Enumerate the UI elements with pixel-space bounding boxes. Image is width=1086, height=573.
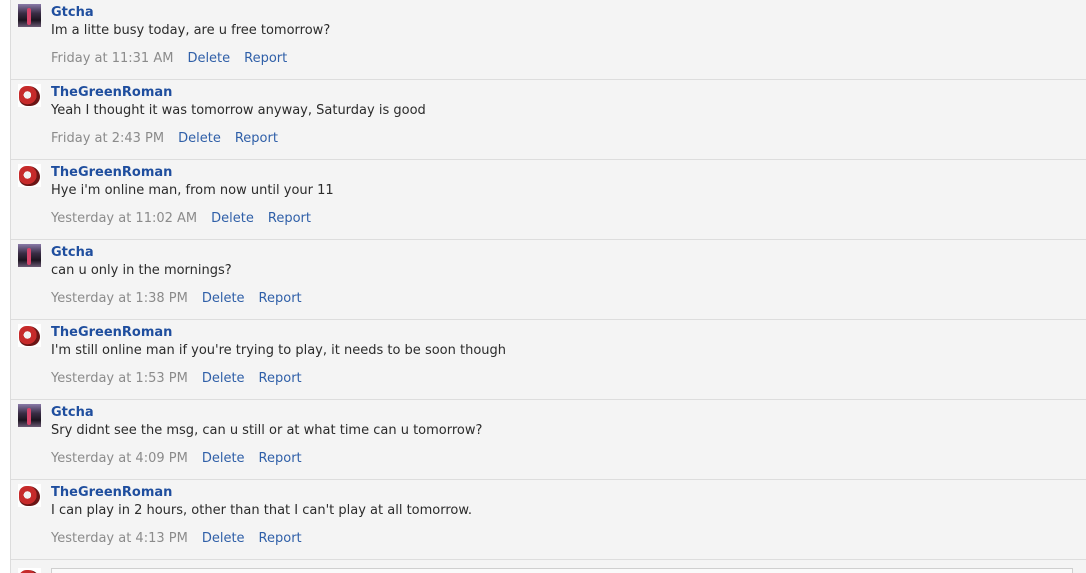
message-item: TheGreenRoman I can play in 2 hours, oth…: [11, 480, 1086, 560]
message-text: I'm still online man if you're trying to…: [51, 343, 507, 358]
author-name[interactable]: TheGreenRoman: [51, 485, 172, 500]
author-name[interactable]: TheGreenRoman: [51, 325, 172, 340]
reply-area-partial: [11, 560, 1086, 573]
timestamp[interactable]: Yesterday at 1:53 PM: [51, 371, 188, 386]
timestamp[interactable]: Yesterday at 1:38 PM: [51, 291, 188, 306]
report-link[interactable]: Report: [259, 291, 302, 306]
avatar[interactable]: [18, 164, 41, 187]
timestamp[interactable]: Friday at 2:43 PM: [51, 131, 164, 146]
avatar[interactable]: [18, 244, 41, 267]
message-item: Gtcha Sry didnt see the msg, can u still…: [11, 400, 1086, 480]
message-meta: Friday at 11:31 AM Delete Report: [51, 51, 287, 66]
report-link[interactable]: Report: [268, 211, 311, 226]
author-name[interactable]: Gtcha: [51, 245, 94, 260]
author-name[interactable]: Gtcha: [51, 405, 94, 420]
message-item: TheGreenRoman Hye i'm online man, from n…: [11, 160, 1086, 240]
message-text: I can play in 2 hours, other than that I…: [51, 503, 472, 518]
avatar: [18, 568, 41, 573]
delete-link[interactable]: Delete: [202, 451, 245, 466]
delete-link[interactable]: Delete: [202, 291, 245, 306]
timestamp[interactable]: Yesterday at 4:09 PM: [51, 451, 188, 466]
avatar[interactable]: [18, 324, 41, 347]
author-name[interactable]: TheGreenRoman: [51, 85, 172, 100]
author-name[interactable]: Gtcha: [51, 5, 94, 20]
message-meta: Yesterday at 4:09 PM Delete Report: [51, 451, 302, 466]
message-meta: Yesterday at 4:13 PM Delete Report: [51, 531, 302, 546]
message-item: Gtcha Im a litte busy today, are u free …: [11, 0, 1086, 80]
message-text: Yeah I thought it was tomorrow anyway, S…: [51, 103, 426, 118]
message-item: TheGreenRoman I'm still online man if yo…: [11, 320, 1086, 400]
timestamp[interactable]: Yesterday at 11:02 AM: [51, 211, 197, 226]
delete-link[interactable]: Delete: [202, 531, 245, 546]
report-link[interactable]: Report: [259, 531, 302, 546]
avatar[interactable]: [18, 84, 41, 107]
delete-link[interactable]: Delete: [211, 211, 254, 226]
avatar[interactable]: [18, 404, 41, 427]
message-text: can u only in the mornings?: [51, 263, 232, 278]
avatar[interactable]: [18, 484, 41, 507]
report-link[interactable]: Report: [244, 51, 287, 66]
timestamp[interactable]: Friday at 11:31 AM: [51, 51, 173, 66]
message-meta: Yesterday at 1:38 PM Delete Report: [51, 291, 302, 306]
message-item: TheGreenRoman Yeah I thought it was tomo…: [11, 80, 1086, 160]
reply-input[interactable]: [51, 568, 1073, 573]
message-meta: Yesterday at 11:02 AM Delete Report: [51, 211, 311, 226]
report-link[interactable]: Report: [259, 451, 302, 466]
message-text: Sry didnt see the msg, can u still or at…: [51, 423, 483, 438]
timestamp[interactable]: Yesterday at 4:13 PM: [51, 531, 188, 546]
message-meta: Friday at 2:43 PM Delete Report: [51, 131, 278, 146]
delete-link[interactable]: Delete: [187, 51, 230, 66]
delete-link[interactable]: Delete: [178, 131, 221, 146]
message-feed: Gtcha Im a litte busy today, are u free …: [10, 0, 1086, 573]
report-link[interactable]: Report: [259, 371, 302, 386]
message-text: Im a litte busy today, are u free tomorr…: [51, 23, 331, 38]
message-meta: Yesterday at 1:53 PM Delete Report: [51, 371, 302, 386]
report-link[interactable]: Report: [235, 131, 278, 146]
message-item: Gtcha can u only in the mornings? Yester…: [11, 240, 1086, 320]
message-text: Hye i'm online man, from now until your …: [51, 183, 334, 198]
author-name[interactable]: TheGreenRoman: [51, 165, 172, 180]
avatar[interactable]: [18, 4, 41, 27]
delete-link[interactable]: Delete: [202, 371, 245, 386]
